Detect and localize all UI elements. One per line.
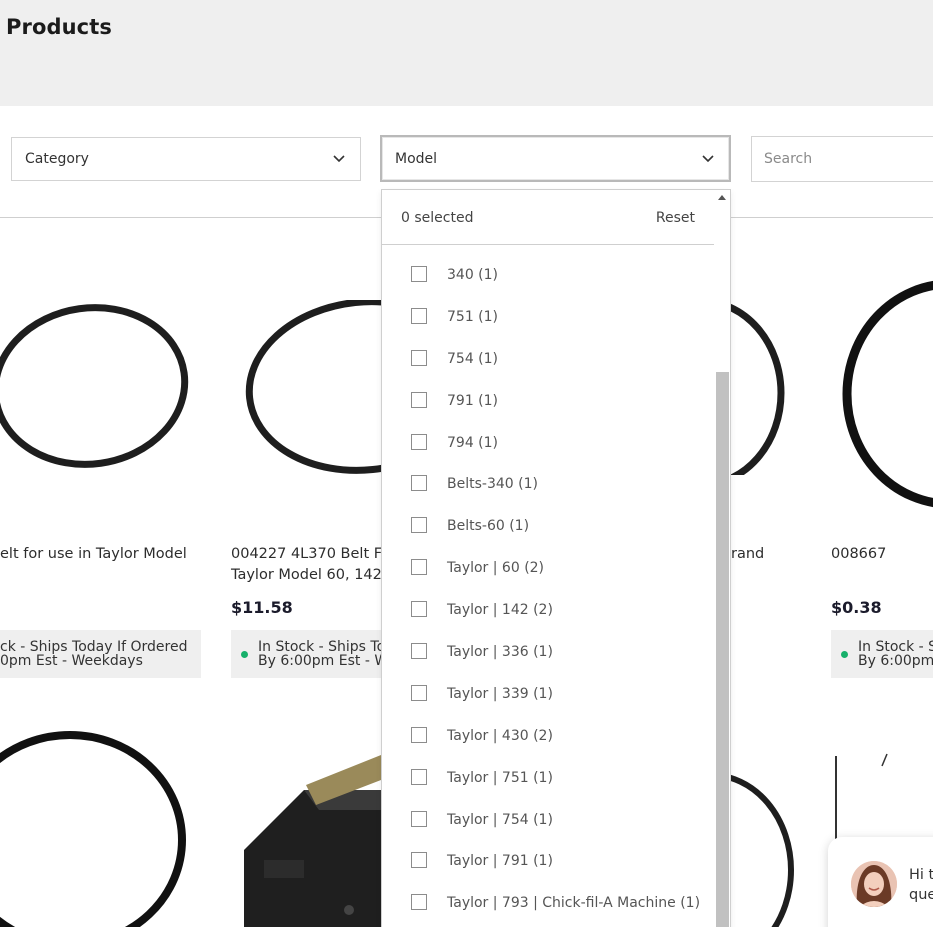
agent-avatar[interactable]	[851, 861, 897, 907]
avatar-icon	[851, 861, 897, 907]
checkbox[interactable]	[411, 475, 427, 492]
checkbox[interactable]	[411, 684, 427, 701]
product-image-oring[interactable]	[840, 270, 933, 510]
product-image-tool[interactable]	[830, 748, 933, 848]
model-option[interactable]: Taylor | 793 | Chick-fil-A Machine (1)	[382, 884, 714, 926]
model-option[interactable]: 791 (1)	[382, 382, 714, 424]
model-option[interactable]: 340 (1)	[382, 256, 714, 298]
chevron-down-icon	[333, 155, 345, 163]
page-title: Products	[6, 15, 112, 39]
category-select-label: Category	[25, 151, 89, 167]
dropdown-scrollbar[interactable]	[714, 190, 730, 927]
model-option-label: 794 (1)	[447, 434, 499, 451]
checkbox[interactable]	[411, 810, 427, 827]
chevron-down-icon	[702, 155, 714, 163]
model-option[interactable]: Taylor | 754 (1)	[382, 801, 714, 843]
product-image-oring[interactable]	[0, 725, 200, 927]
stock-status: In Stock - Ships To By 6:00pm Est - W	[231, 630, 381, 678]
model-option-label: Taylor | 142 (2)	[447, 602, 553, 619]
selected-count: 0 selected	[401, 210, 474, 226]
in-stock-dot-icon	[241, 651, 248, 658]
checkbox[interactable]	[411, 559, 427, 576]
model-option[interactable]: Belts-60 (1)	[382, 507, 714, 549]
model-option-label: Belts-340 (1)	[447, 476, 538, 493]
model-option[interactable]: Taylor | 142 (2)	[382, 591, 714, 633]
model-dropdown-panel: 0 selected Reset 340 (1) 751 (1) 754 (1) 79…	[381, 189, 731, 927]
model-option[interactable]: Belts-340 (1)	[382, 465, 714, 507]
model-select-label: Model	[395, 150, 438, 167]
checkbox[interactable]	[411, 768, 427, 785]
product-image-belt[interactable]	[731, 760, 801, 927]
product-price: $0.38	[831, 598, 882, 617]
model-option-label: 754 (1)	[447, 350, 499, 367]
product-image-belt[interactable]	[244, 300, 394, 480]
model-option-label: Taylor | 754 (1)	[447, 811, 553, 828]
model-option-label: Taylor | 336 (1)	[447, 644, 553, 661]
checkbox[interactable]	[411, 349, 427, 366]
chat-widget[interactable]: Hi t que	[828, 837, 933, 927]
model-options-list: 340 (1) 751 (1) 754 (1) 791 (1) 794 (1) Belts…	[382, 256, 714, 926]
checkbox[interactable]	[411, 894, 427, 911]
checkbox[interactable]	[411, 517, 427, 534]
chat-message: Hi t que	[909, 867, 933, 903]
checkbox[interactable]	[411, 601, 427, 618]
reset-button[interactable]: Reset	[656, 210, 695, 226]
model-option-label: Taylor | 60 (2)	[447, 560, 545, 577]
model-option-label: 340 (1)	[447, 267, 499, 283]
model-option-label: Belts-60 (1)	[447, 518, 530, 535]
model-option-label: Taylor | 791 (1)	[447, 853, 553, 870]
page-header: Products	[0, 0, 933, 106]
product-image-belt[interactable]	[0, 300, 200, 480]
checkbox[interactable]	[411, 852, 427, 869]
model-option[interactable]: 754 (1)	[382, 340, 714, 382]
model-option-label: 751 (1)	[447, 308, 499, 325]
checkbox[interactable]	[411, 726, 427, 743]
checkbox[interactable]	[411, 433, 427, 450]
checkbox[interactable]	[411, 266, 427, 282]
product-image-belt[interactable]	[731, 285, 791, 475]
product-name[interactable]: rand	[731, 544, 764, 565]
model-option-label: Taylor | 430 (2)	[447, 727, 553, 744]
search-input[interactable]	[751, 136, 933, 182]
checkbox[interactable]	[411, 643, 427, 660]
checkbox[interactable]	[411, 307, 427, 324]
product-image-switch[interactable]	[244, 750, 381, 927]
scroll-up-arrow-icon[interactable]	[718, 195, 726, 200]
model-option-label: 791 (1)	[447, 392, 499, 409]
dropdown-header: 0 selected Reset	[382, 190, 714, 245]
product-name[interactable]: 008667	[831, 544, 886, 565]
model-option[interactable]: Taylor | 336 (1)	[382, 633, 714, 675]
in-stock-dot-icon	[841, 651, 848, 658]
model-option[interactable]: 751 (1)	[382, 298, 714, 340]
product-name[interactable]: elt for use in Taylor Model	[0, 544, 187, 565]
model-option[interactable]: Taylor | 430 (2)	[382, 717, 714, 759]
category-select[interactable]: Category	[11, 137, 361, 181]
model-option[interactable]: Taylor | 751 (1)	[382, 759, 714, 801]
model-option-label: Taylor | 793 | Chick-fil-A Machine (1)	[447, 895, 701, 912]
model-option-label: Taylor | 339 (1)	[447, 685, 553, 702]
model-option[interactable]: Taylor | 791 (1)	[382, 842, 714, 884]
checkbox[interactable]	[411, 391, 427, 408]
stock-status: ck - Ships Today If Ordered 0pm Est - We…	[0, 630, 201, 678]
stock-status: In Stock - S By 6:00pm	[831, 630, 933, 678]
model-option[interactable]: 794 (1)	[382, 424, 714, 466]
model-option[interactable]: Taylor | 339 (1)	[382, 675, 714, 717]
product-name[interactable]: 004227 4L370 Belt F Taylor Model 60, 142	[231, 544, 382, 586]
model-option[interactable]: Taylor | 60 (2)	[382, 549, 714, 591]
model-option-label: Taylor | 751 (1)	[447, 769, 553, 786]
product-price: $11.58	[231, 598, 293, 617]
scrollbar-thumb[interactable]	[716, 372, 729, 927]
model-select[interactable]: Model	[380, 135, 731, 182]
